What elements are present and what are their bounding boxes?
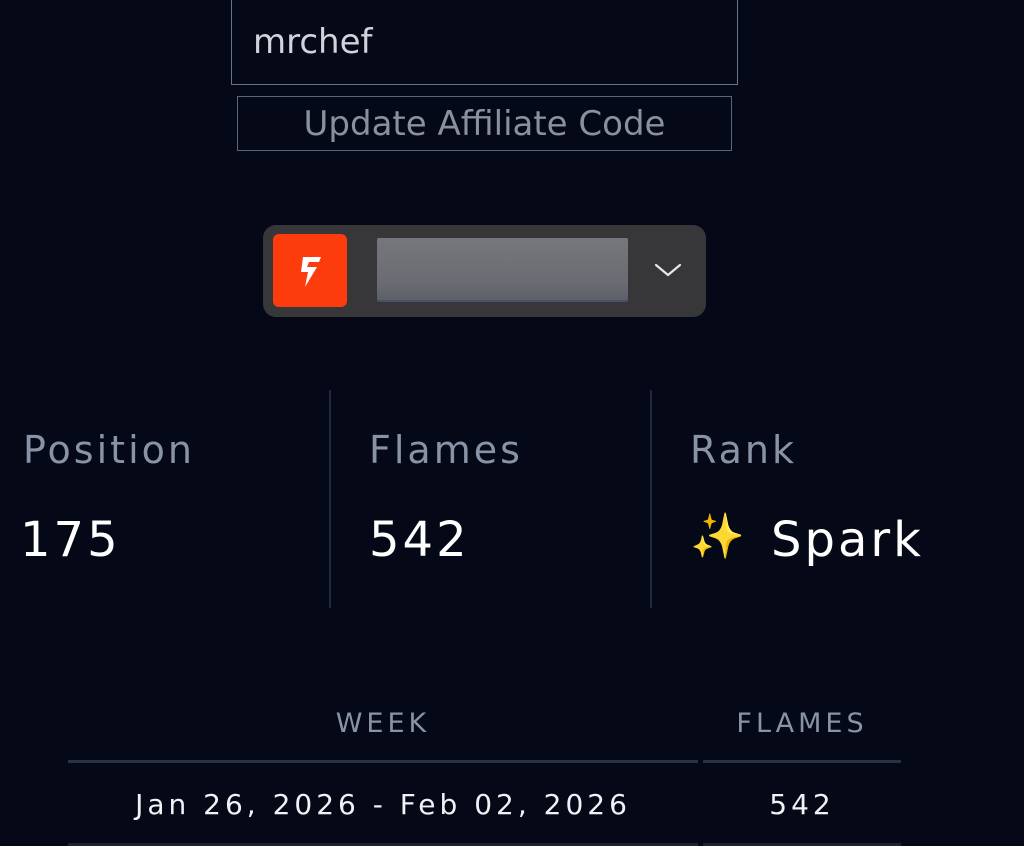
sparkles-icon: ✨: [690, 511, 745, 562]
affiliate-code-value: mrchef: [253, 21, 373, 62]
chevron-down-icon[interactable]: [653, 258, 683, 282]
rank-label: Rank: [690, 428, 797, 472]
stat-divider: [329, 390, 331, 608]
header-divider: [703, 760, 901, 763]
row-week-cell: Jan 26, 2026 - Feb 02, 2026: [135, 788, 631, 821]
position-value: 175: [20, 512, 121, 568]
header-divider: [68, 760, 698, 763]
account-selector[interactable]: [263, 225, 706, 317]
row-flames-cell: 542: [769, 788, 835, 821]
rank-value: Spark: [771, 512, 924, 568]
affiliate-dashboard: mrchef Update Affiliate Code Position 17…: [0, 0, 1024, 846]
redacted-account-name: [377, 238, 628, 302]
position-label: Position: [23, 428, 195, 472]
update-affiliate-code-label: Update Affiliate Code: [303, 103, 666, 144]
flame-bolt-icon: [273, 234, 347, 307]
column-header-flames[interactable]: FLAMES: [703, 708, 901, 744]
affiliate-code-input[interactable]: mrchef: [231, 0, 738, 85]
flames-value: 542: [369, 512, 470, 568]
update-affiliate-code-button[interactable]: Update Affiliate Code: [237, 96, 732, 151]
column-header-week[interactable]: WEEK: [68, 708, 698, 744]
stat-divider: [650, 390, 652, 608]
rank-value-container: ✨ Spark: [690, 500, 934, 590]
flames-label: Flames: [369, 428, 523, 472]
